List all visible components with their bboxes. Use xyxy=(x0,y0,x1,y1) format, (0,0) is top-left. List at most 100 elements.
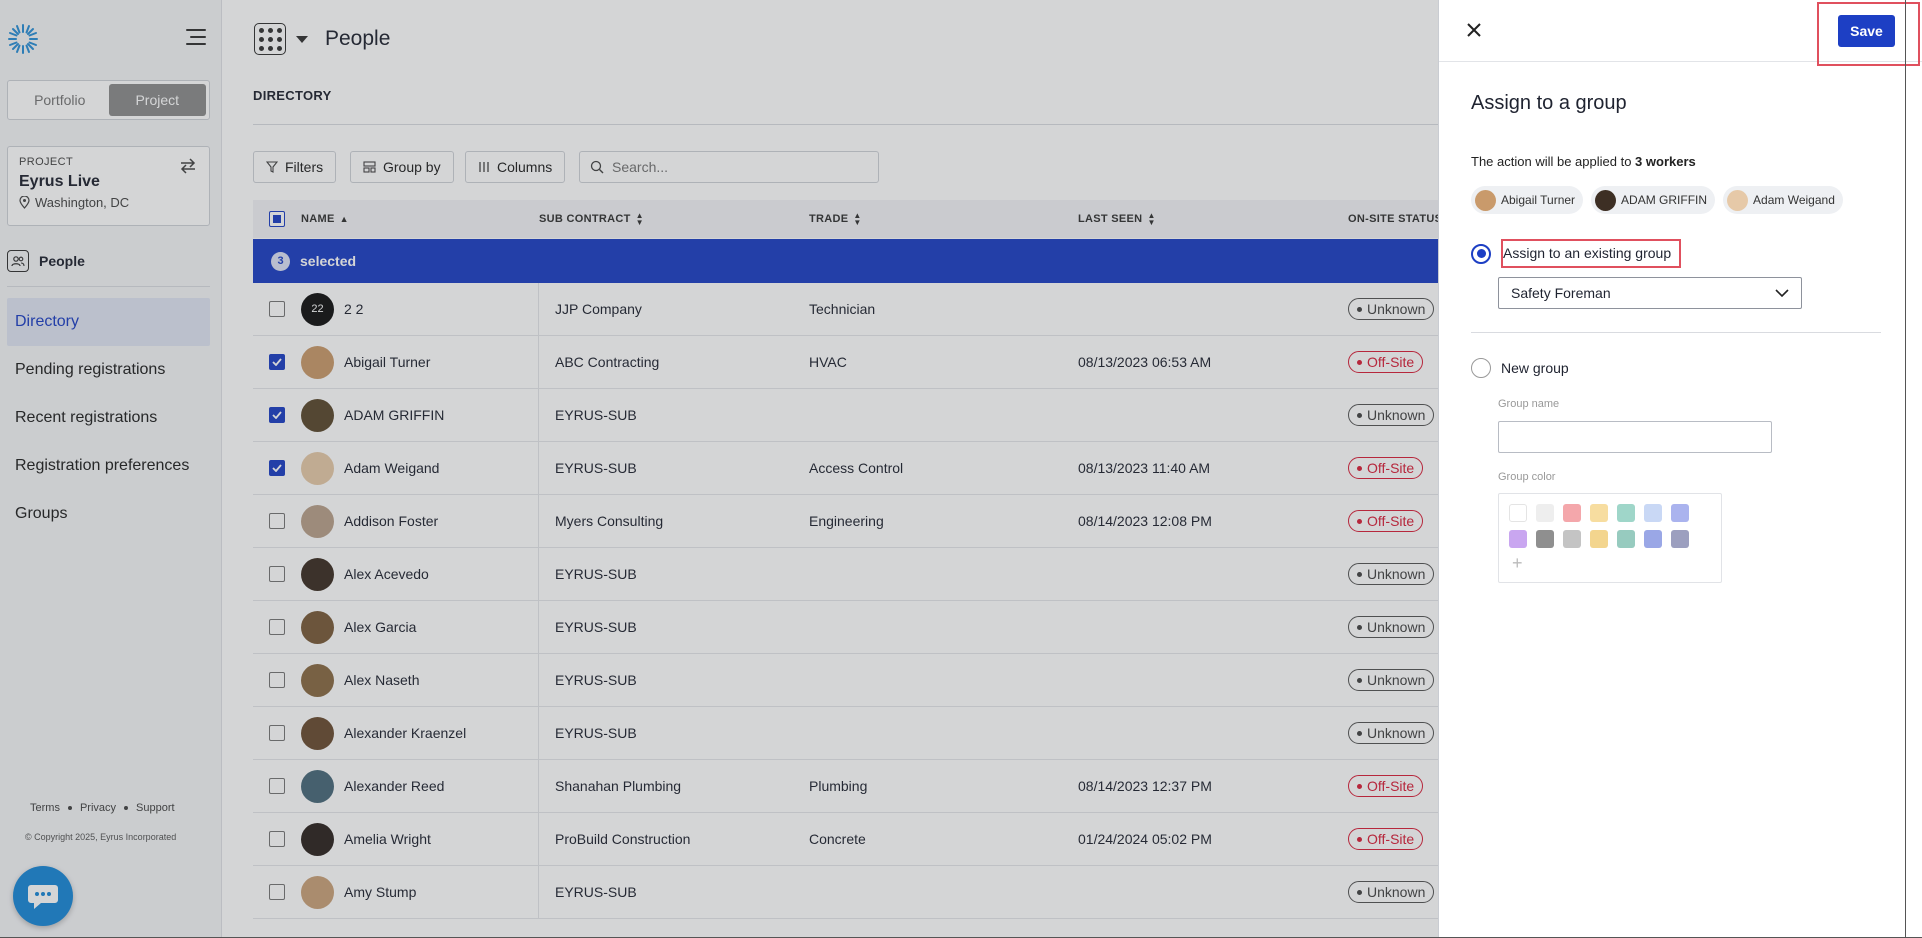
color-swatch[interactable] xyxy=(1671,530,1689,548)
row-checkbox[interactable] xyxy=(269,301,285,317)
trade: Engineering xyxy=(809,513,884,529)
app-switcher-chevron-down-icon[interactable] xyxy=(296,36,308,43)
row-checkbox[interactable] xyxy=(269,884,285,900)
color-swatch[interactable] xyxy=(1644,530,1662,548)
color-swatch[interactable] xyxy=(1509,504,1527,522)
group-name-input[interactable] xyxy=(1498,421,1772,453)
avatar: 22 xyxy=(301,292,334,326)
row-checkbox[interactable] xyxy=(269,831,285,847)
portfolio-tab[interactable]: Portfolio xyxy=(11,84,109,116)
new-group-radio[interactable] xyxy=(1471,358,1491,378)
table-row[interactable]: Abigail Turner ABC Contracting HVAC 08/1… xyxy=(253,336,1438,389)
color-swatch[interactable] xyxy=(1644,504,1662,522)
search-input[interactable] xyxy=(612,159,862,175)
worker-name[interactable]: Alexander Kraenzel xyxy=(344,725,466,741)
columns-button[interactable]: Columns xyxy=(465,151,566,183)
color-swatch[interactable] xyxy=(1590,530,1608,548)
row-checkbox[interactable] xyxy=(269,778,285,794)
table-body: 22 2 2 JJP Company Technician Unknown Ab… xyxy=(253,283,1438,919)
new-group-option[interactable]: New group xyxy=(1471,358,1569,378)
table-row[interactable]: Alex Garcia EYRUS-SUB Unknown xyxy=(253,601,1438,654)
close-icon[interactable] xyxy=(1463,19,1485,41)
row-checkbox[interactable] xyxy=(269,725,285,741)
table-row[interactable]: Alexander Reed Shanahan Plumbing Plumbin… xyxy=(253,760,1438,813)
support-link[interactable]: Support xyxy=(136,802,175,814)
column-header-name[interactable]: NAME ▲ xyxy=(301,213,539,225)
table-row[interactable]: Alexander Kraenzel EYRUS-SUB Unknown xyxy=(253,707,1438,760)
sidebar-item-recent-registrations[interactable]: Recent registrations xyxy=(7,394,210,442)
terms-link[interactable]: Terms xyxy=(30,802,60,814)
page-title: People xyxy=(325,27,391,50)
color-swatch[interactable] xyxy=(1671,504,1689,522)
eyrus-logo-icon[interactable] xyxy=(6,22,40,56)
color-swatch[interactable] xyxy=(1617,504,1635,522)
project-tab[interactable]: Project xyxy=(108,84,206,116)
worker-name[interactable]: Alex Acevedo xyxy=(344,566,429,582)
group-color-label: Group color xyxy=(1498,471,1556,483)
group-select[interactable]: Safety Foreman xyxy=(1498,277,1802,309)
people-section-label: People xyxy=(39,253,85,269)
column-header-trade[interactable]: TRADE ▲ ▼ xyxy=(809,212,1078,227)
sidebar-item-registration-preferences[interactable]: Registration preferences xyxy=(7,442,210,490)
worker-name[interactable]: Alex Garcia xyxy=(344,619,416,635)
worker-name[interactable]: Abigail Turner xyxy=(344,354,430,370)
worker-name[interactable]: Addison Foster xyxy=(344,513,438,529)
save-button[interactable]: Save xyxy=(1838,15,1895,47)
table-row[interactable]: Amelia Wright ProBuild Construction Conc… xyxy=(253,813,1438,866)
row-checkbox[interactable] xyxy=(269,407,285,423)
sidebar-item-groups[interactable]: Groups xyxy=(7,490,210,538)
worker-name[interactable]: ADAM GRIFFIN xyxy=(344,407,444,423)
last-seen: 01/24/2024 05:02 PM xyxy=(1078,831,1212,847)
avatar xyxy=(1727,189,1749,211)
group-by-button[interactable]: Group by xyxy=(350,151,454,183)
filters-button[interactable]: Filters xyxy=(253,151,337,183)
table-row[interactable]: Addison Foster Myers Consulting Engineer… xyxy=(253,495,1438,548)
color-swatch[interactable] xyxy=(1509,530,1527,548)
color-swatch[interactable] xyxy=(1563,504,1581,522)
add-color-icon[interactable]: + xyxy=(1509,554,1711,572)
table-row[interactable]: Adam Weigand EYRUS-SUB Access Control 08… xyxy=(253,442,1438,495)
row-checkbox[interactable] xyxy=(269,566,285,582)
select-all-checkbox[interactable] xyxy=(269,211,285,227)
row-checkbox[interactable] xyxy=(269,354,285,370)
table-row[interactable]: Amy Stump EYRUS-SUB Unknown xyxy=(253,866,1438,919)
existing-group-label[interactable]: Assign to an existing group xyxy=(1501,239,1682,268)
sidebar-item-directory[interactable]: Directory xyxy=(7,298,210,346)
copyright: © Copyright 2025, Eyrus Incorporated xyxy=(25,832,177,842)
color-swatch[interactable] xyxy=(1536,504,1554,522)
new-group-label[interactable]: New group xyxy=(1501,360,1569,376)
row-checkbox[interactable] xyxy=(269,619,285,635)
table-row[interactable]: 22 2 2 JJP Company Technician Unknown xyxy=(253,283,1438,336)
project-location: Washington, DC xyxy=(19,195,198,210)
table-row[interactable]: Alex Acevedo EYRUS-SUB Unknown xyxy=(253,548,1438,601)
column-header-on-site-status[interactable]: ON-SITE STATUS xyxy=(1348,213,1438,225)
column-header-sub-contract[interactable]: SUB CONTRACT ▲ ▼ xyxy=(539,212,809,227)
worker-name[interactable]: Alex Naseth xyxy=(344,672,419,688)
sub-contract: EYRUS-SUB xyxy=(555,884,637,900)
existing-group-option[interactable]: Assign to an existing group xyxy=(1471,239,1682,268)
avatar xyxy=(301,557,334,591)
row-checkbox[interactable] xyxy=(269,513,285,529)
table-row[interactable]: Alex Naseth EYRUS-SUB Unknown xyxy=(253,654,1438,707)
column-header-last-seen[interactable]: LAST SEEN ▲ ▼ xyxy=(1078,212,1348,227)
row-checkbox[interactable] xyxy=(269,460,285,476)
apps-grid-icon[interactable] xyxy=(254,23,286,55)
color-swatch[interactable] xyxy=(1590,504,1608,522)
privacy-link[interactable]: Privacy xyxy=(80,802,116,814)
chat-button[interactable] xyxy=(13,866,73,926)
sidebar-item-pending-registrations[interactable]: Pending registrations xyxy=(7,346,210,394)
table-row[interactable]: ADAM GRIFFIN EYRUS-SUB Unknown xyxy=(253,389,1438,442)
color-swatch[interactable] xyxy=(1617,530,1635,548)
selected-workers-chips: Abigail Turner ADAM GRIFFIN Adam Weigand xyxy=(1471,186,1843,214)
worker-name[interactable]: Amy Stump xyxy=(344,884,416,900)
worker-name[interactable]: 2 2 xyxy=(344,301,363,317)
row-checkbox[interactable] xyxy=(269,672,285,688)
swap-project-icon[interactable] xyxy=(179,157,197,175)
existing-group-radio[interactable] xyxy=(1471,243,1491,264)
worker-name[interactable]: Adam Weigand xyxy=(344,460,439,476)
color-swatch[interactable] xyxy=(1536,530,1554,548)
color-swatch[interactable] xyxy=(1563,530,1581,548)
menu-toggle-icon[interactable] xyxy=(186,29,208,47)
worker-name[interactable]: Amelia Wright xyxy=(344,831,431,847)
worker-name[interactable]: Alexander Reed xyxy=(344,778,444,794)
